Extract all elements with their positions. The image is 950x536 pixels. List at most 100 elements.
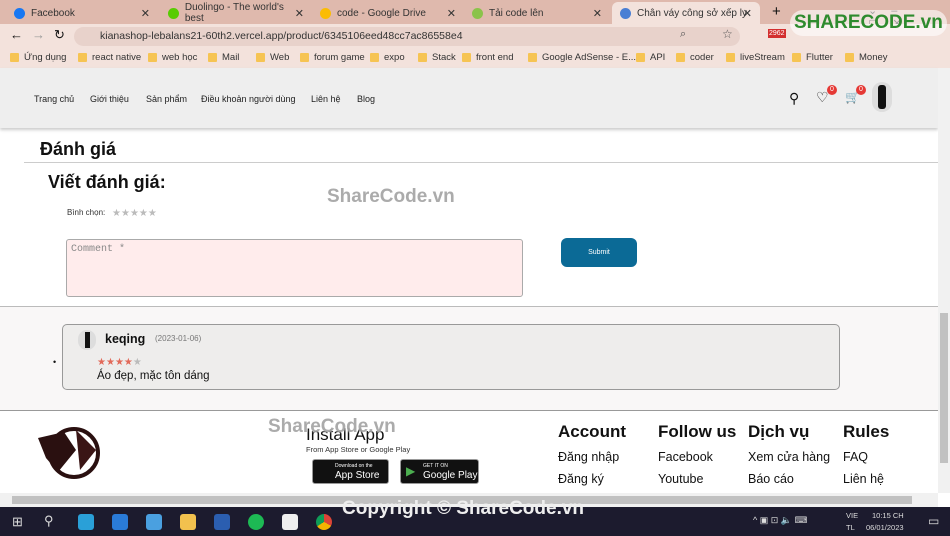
close-tab-icon[interactable]: ✕ [295,7,304,20]
upload-icon [472,7,483,19]
zoom-icon[interactable]: ⌕ [680,28,686,41]
notifications-icon[interactable]: ▭ [928,514,939,528]
vote-star-icon[interactable]: ★ [130,208,139,219]
spotify-icon[interactable] [248,514,264,530]
back-icon[interactable]: ← [10,27,23,42]
bookmark-label: front end [476,52,514,63]
word-icon[interactable] [214,514,230,530]
comment-card: keqing (2023-01-06) ★★★★★ Áo đẹp, mặc tô… [62,324,840,390]
forward-icon[interactable]: → [32,27,45,42]
google-play-button[interactable]: ▶ GET IT ON Google Play [400,459,479,484]
tab-drive[interactable]: code - Google Drive ✕ [312,2,464,24]
tab-duolingo[interactable]: Duolingo - The world's best ✕ [160,2,312,24]
bookmark-item[interactable]: Web [256,52,289,63]
tab-facebook[interactable]: Facebook ✕ [6,2,158,24]
bookmark-item[interactable]: front end [462,52,514,63]
search-icon[interactable]: ⚲ [789,90,799,107]
bookmark-item[interactable]: coder [676,52,714,63]
bookmark-label: Ứng dụng [24,52,67,63]
bookmark-item[interactable]: Flutter [792,52,833,63]
avatar[interactable] [872,82,892,112]
comment-star-icon: ★ [105,357,115,368]
new-tab-button[interactable]: + [772,3,781,20]
nav-products[interactable]: Sản phẩm [146,94,187,104]
tab-label: code - Google Drive [337,7,426,19]
bookmark-star-icon[interactable]: ☆ [722,27,733,41]
bookmark-item[interactable]: Ứng dụng [10,52,66,63]
footer-link[interactable]: Xem cửa hàng [748,450,830,464]
reload-icon[interactable]: ↻ [54,27,65,43]
app-store-small: Download on the [335,463,373,469]
folder-icon [845,53,854,62]
bookmark-item[interactable]: react native [78,52,141,63]
language[interactable]: VIE [846,511,858,520]
close-tab-icon[interactable]: ✕ [743,7,752,20]
nav-terms[interactable]: Điều khoản người dùng [201,94,296,104]
submit-button[interactable]: Submit [561,238,637,267]
edge-icon[interactable] [78,514,94,530]
clock-time[interactable]: 10:15 CH [872,511,904,520]
tray-icons[interactable]: ^ ▣ ⊡ 🔈 ⌨ [753,515,807,526]
bookmark-item[interactable]: liveStream [726,52,785,63]
bookmark-label: Google AdSense - E... [542,52,637,63]
bookmark-label: expo [384,52,405,63]
bookmark-item[interactable]: expo [370,52,405,63]
extension-badge[interactable]: 2962 [768,29,786,38]
nav-about[interactable]: Giới thiệu [90,94,129,104]
footer-link[interactable]: Báo cáo [748,472,830,486]
folder-icon [370,53,379,62]
list-bullet: • [53,357,57,367]
input-method[interactable]: TL [846,523,855,532]
facebook-icon [14,7,25,19]
footer-column: Rules FAQ Liên hệ [843,422,889,494]
vote-star-icon[interactable]: ★ [148,208,157,219]
bookmark-item[interactable]: Mail [208,52,239,63]
write-review-title: Viết đánh giá: [48,172,166,192]
search-icon[interactable]: ⚲ [44,513,54,529]
bookmarks-bar: Ứng dụng react native web học Mail Web forum … [0,47,950,68]
wishlist-badge: 0 [827,85,837,95]
clock-date[interactable]: 06/01/2023 [866,523,904,532]
footer-link[interactable]: Liên hệ [843,472,889,486]
footer-link[interactable]: Facebook [658,450,736,464]
tab-upload[interactable]: Tải code lên ✕ [464,2,610,24]
bookmark-item[interactable]: Money [845,52,888,63]
file-explorer-icon[interactable] [180,514,196,530]
section-title: Đánh giá [40,139,117,159]
vote-star-icon[interactable]: ★ [139,208,148,219]
footer-column-title: Dịch vụ [748,422,810,441]
folder-icon [636,53,645,62]
footer-link[interactable]: Đăng nhập [558,450,626,464]
bookmark-item[interactable]: Stack [418,52,456,63]
url-input[interactable]: kianashop-lebalans21-60th2.vercel.app/pr… [74,27,740,46]
app-icon[interactable] [282,514,298,530]
close-tab-icon[interactable]: ✕ [141,7,150,20]
comment-textarea[interactable]: Comment * [66,239,523,297]
tab-active-product[interactable]: Chân váy công sở xếp ly ✕ [612,2,760,24]
bookmark-item[interactable]: Google AdSense - E... [528,52,636,63]
close-tab-icon[interactable]: ✕ [593,7,602,20]
rating-input[interactable]: ★★★★★ [112,205,157,219]
vertical-scrollbar[interactable] [938,68,950,493]
app-store-button[interactable]: Download on the App Store [312,459,389,484]
bookmark-label: liveStream [740,52,785,63]
vote-star-icon[interactable]: ★ [112,208,121,219]
mail-icon[interactable] [146,514,162,530]
bookmark-label: Mail [222,52,240,63]
nav-blog[interactable]: Blog [357,94,375,104]
footer-link[interactable]: Youtube [658,472,736,486]
bookmark-item[interactable]: web học [148,52,197,63]
footer-link[interactable]: FAQ [843,450,889,464]
vscode-icon[interactable] [112,514,128,530]
nav-contact[interactable]: Liên hệ [311,94,341,104]
footer-link[interactable]: Đăng ký [558,472,626,486]
close-tab-icon[interactable]: ✕ [447,7,456,20]
vote-star-icon[interactable]: ★ [121,208,130,219]
bookmark-item[interactable]: API [636,52,665,63]
google-play-label: Google Play [423,470,478,481]
bookmark-item[interactable]: forum game [300,52,365,63]
folder-icon [726,53,735,62]
chrome-icon[interactable] [316,514,332,530]
nav-home[interactable]: Trang chủ [34,94,74,104]
windows-start-icon[interactable]: ⊞ [12,514,23,530]
